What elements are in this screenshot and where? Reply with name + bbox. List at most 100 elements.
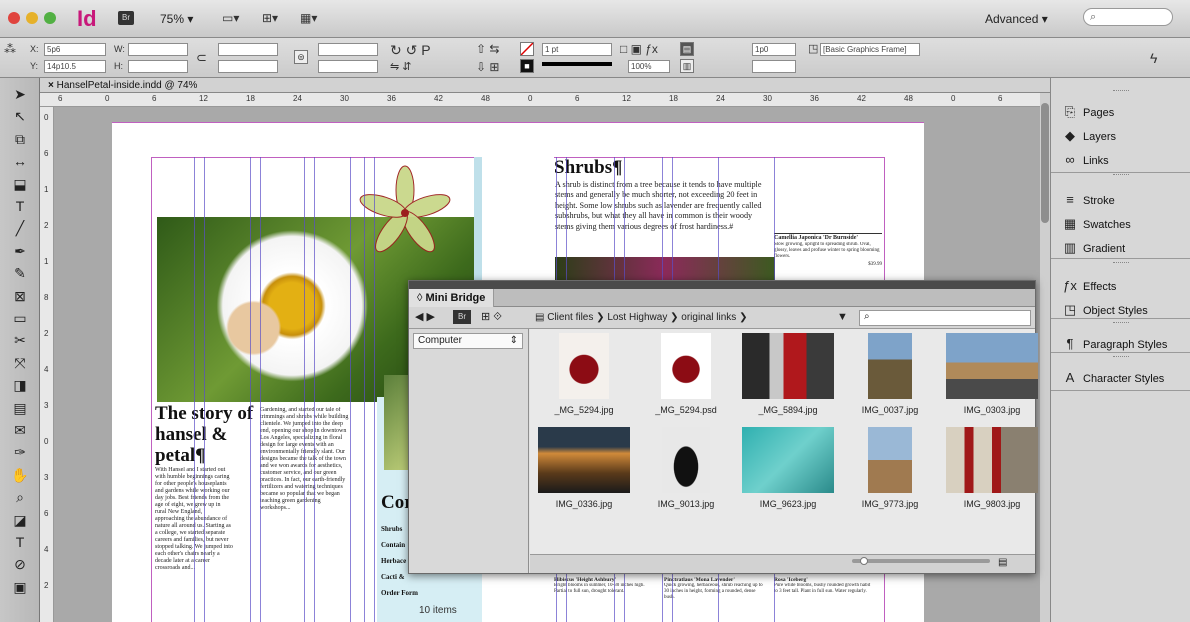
flip-icons[interactable]: ⇋ ⇵ [390, 60, 412, 73]
pencil-tool[interactable]: ✎ [7, 263, 33, 283]
breadcrumb-item[interactable]: Client files [547, 312, 593, 323]
thumbnail-size-slider[interactable] [852, 559, 990, 563]
thumbnail-slider-handle[interactable] [860, 557, 868, 565]
thumbnail-item[interactable]: IMG_9803.jpg [942, 427, 1042, 515]
view-mode-icon[interactable]: ▤ [998, 557, 1007, 568]
breadcrumb-item[interactable]: original links [681, 312, 736, 323]
panel-paragraph-styles[interactable]: ¶ Paragraph Styles [1061, 334, 1189, 354]
thumbnail-item[interactable]: _MG_5294.psd [636, 333, 736, 421]
panel-character-styles[interactable]: A Character Styles [1061, 368, 1189, 388]
zoom-tool[interactable]: ⌕ [7, 487, 33, 507]
help-search-input[interactable]: ⌕ [1083, 8, 1173, 26]
shrubs-photo-strip[interactable] [555, 257, 775, 281]
panel-title-bar[interactable] [409, 281, 1035, 289]
note-tool[interactable]: ✉ [7, 420, 33, 440]
constrain-proportions-icon[interactable]: ⊂ [196, 50, 207, 66]
close-document-icon[interactable]: × [48, 80, 54, 91]
thumbnail-item[interactable]: IMG_9623.jpg [738, 427, 838, 515]
location-dropdown[interactable]: Computer ⇕ [413, 333, 523, 349]
zoom-window-icon[interactable] [44, 12, 56, 24]
selection-tool[interactable]: ➤ [7, 84, 33, 104]
gap-tool[interactable]: ↔ [7, 151, 33, 171]
y-position-field[interactable]: 14p10.5 [44, 60, 106, 73]
panel-grip[interactable] [1113, 174, 1129, 176]
rotate-icons[interactable]: ↻ ↺ P [390, 42, 431, 59]
panel-stroke[interactable]: ≡ Stroke [1061, 190, 1189, 210]
arrange-documents-dropdown[interactable]: ▦▾ [300, 11, 317, 25]
panel-effects[interactable]: ƒx Effects [1061, 276, 1189, 296]
align-icon[interactable]: ▥ [680, 59, 694, 73]
select-content-icon[interactable]: ⇩ ⊞ [476, 60, 499, 74]
gradient-swatch-tool[interactable]: ◨ [7, 375, 33, 395]
panel-layers[interactable]: ◆ Layers [1061, 126, 1189, 146]
direct-selection-tool[interactable]: ↖ [7, 106, 33, 126]
breadcrumb-item[interactable]: Lost Highway [607, 312, 667, 323]
scissors-tool[interactable]: ✂ [7, 330, 33, 350]
view-options-dropdown[interactable]: ▭▾ [222, 11, 239, 25]
filter-icon[interactable]: ▼ [837, 311, 848, 323]
height-field[interactable] [128, 60, 188, 73]
eyedropper-tool[interactable]: ✑ [7, 442, 33, 462]
panel-grip[interactable] [1113, 262, 1129, 264]
side-product-card[interactable]: Camellia Japonica 'Dr Burnside' Slow gro… [774, 233, 882, 281]
back-forward-icons[interactable]: ◀ ▶ [415, 310, 435, 323]
fill-swatch[interactable] [520, 42, 534, 56]
workspace-switcher[interactable]: Advanced ▾ [985, 12, 1048, 26]
formatting-container[interactable]: T [7, 532, 33, 552]
free-transform-tool[interactable]: ⤧ [7, 353, 33, 373]
panel-swatches[interactable]: ▦ Swatches [1061, 214, 1189, 234]
panel-gradient[interactable]: ▥ Gradient [1061, 238, 1189, 258]
contents-item[interactable]: Order Form [381, 585, 418, 601]
stroke-swatch[interactable]: ■ [520, 59, 534, 73]
x-position-field[interactable]: 5p6 [44, 43, 106, 56]
pen-tool[interactable]: ✒ [7, 241, 33, 261]
close-window-icon[interactable] [8, 12, 20, 24]
select-container-icon[interactable]: ⇧ ⇆ [476, 42, 499, 56]
shear-field[interactable] [318, 60, 378, 73]
stroke-type-dropdown[interactable] [542, 62, 612, 66]
document-tab[interactable]: × HanselPetal-inside.indd @ 74% [40, 78, 1050, 93]
product-card[interactable]: Rosa 'Iceberg' Pure white blooms, bushy … [774, 577, 874, 607]
content-collector-tool[interactable]: ⬓ [7, 174, 33, 194]
panel-pages[interactable]: ⎘ Pages [1061, 102, 1189, 122]
scroll-thumb[interactable] [1041, 103, 1049, 223]
story-heading[interactable]: The story of hansel & petal¶ [155, 403, 255, 466]
shrubs-heading[interactable]: Shrubs¶ [554, 157, 622, 179]
panel-grip[interactable] [1113, 322, 1129, 324]
scale-x-field[interactable] [218, 43, 278, 56]
bridge-button[interactable]: Br [118, 11, 134, 25]
screen-mode[interactable]: ▣ [7, 577, 33, 597]
mini-bridge-tab[interactable]: ◊ Mini Bridge [409, 289, 495, 307]
screen-mode-dropdown[interactable]: ⊞▾ [262, 11, 278, 25]
gradient-feather-tool[interactable]: ▤ [7, 398, 33, 418]
stroke-weight-field[interactable]: 1 pt [542, 43, 612, 56]
panel-grip[interactable] [1113, 90, 1129, 92]
line-tool[interactable]: ╱ [7, 218, 33, 238]
thumbnail-item[interactable]: IMG_0303.jpg [942, 333, 1042, 421]
mini-bridge-panel[interactable]: ◊ Mini Bridge ◀ ▶ Br ⊞ ⟐ ▤ Client files … [408, 280, 1038, 616]
scale-y-field[interactable] [218, 60, 278, 73]
minimize-window-icon[interactable] [26, 12, 38, 24]
shrubs-body[interactable]: A shrub is distinct from a tree because … [555, 180, 763, 232]
offset-field[interactable]: 1p0 [752, 43, 796, 56]
flower-graphic[interactable] [350, 165, 460, 265]
text-wrap-icon[interactable]: ▤ [680, 42, 694, 56]
panel-links[interactable]: ∞ Links [1061, 150, 1189, 170]
panel-view-icons[interactable]: ⊞ ⟐ [481, 310, 502, 324]
opacity-field[interactable]: 100% [628, 60, 670, 73]
page-tool[interactable]: ⧉ [7, 129, 33, 149]
fill-stroke-swatch[interactable]: ◪ [7, 510, 33, 530]
story-column-2[interactable]: Gardening, and started our tale of trimm… [260, 407, 350, 612]
thumbnail-item[interactable]: IMG_9773.jpg [840, 427, 940, 515]
thumbnail-item[interactable]: IMG_0336.jpg [534, 427, 634, 515]
reference-point-icon[interactable]: ⁂ [4, 42, 16, 56]
constrain-scale-icon[interactable]: ⊜ [294, 50, 308, 64]
thumbnail-item[interactable]: IMG_9013.jpg [636, 427, 736, 515]
width-field[interactable] [128, 43, 188, 56]
quick-apply-icon[interactable]: ϟ [1150, 50, 1157, 66]
panel-object-styles[interactable]: ◳ Object Styles [1061, 300, 1189, 320]
hand-tool[interactable]: ✋ [7, 465, 33, 485]
apply-none[interactable]: ⊘ [7, 554, 33, 574]
corner-shape-field[interactable] [752, 60, 796, 73]
product-card[interactable]: Pinctratlaus 'Mona Lavender' Quick growi… [664, 577, 764, 607]
